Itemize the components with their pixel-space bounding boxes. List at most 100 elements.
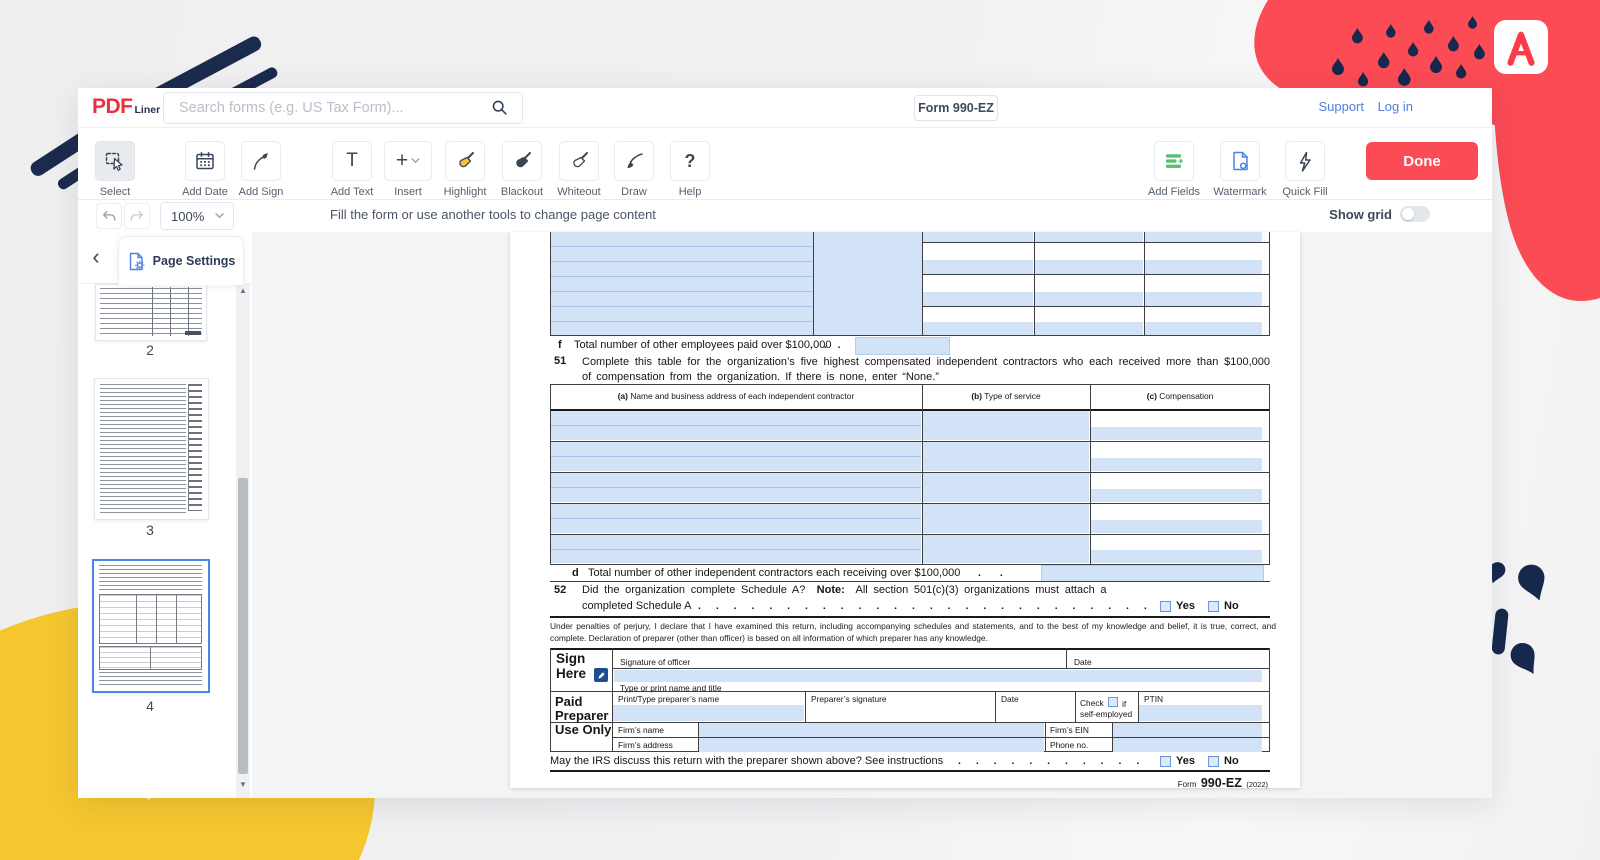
form-field[interactable]: [923, 504, 1089, 533]
divider: [136, 595, 137, 643]
add-sign-button[interactable]: Add Sign: [228, 141, 294, 198]
form-field[interactable]: [855, 337, 950, 355]
form-field[interactable]: [923, 260, 1033, 274]
page-thumbnail-2[interactable]: [95, 284, 207, 341]
form-field[interactable]: [1041, 565, 1264, 582]
form-field[interactable]: [1145, 322, 1262, 335]
checkbox-52-no[interactable]: [1208, 601, 1219, 612]
form-field[interactable]: [1035, 260, 1143, 274]
form-field[interactable]: [1091, 520, 1262, 533]
undo-button[interactable]: [96, 203, 122, 229]
divider: [550, 232, 551, 336]
line-52-text: Did the organization complete Schedule A…: [582, 584, 1107, 596]
divider: [550, 581, 1270, 582]
login-link[interactable]: Log in: [1378, 99, 1413, 114]
scroll-up-arrow[interactable]: ▲: [236, 286, 250, 295]
quick-fill-button[interactable]: Quick Fill: [1272, 141, 1338, 198]
toggle-knob: [1402, 208, 1414, 220]
form-footer: Form 990-EZ (2022): [1030, 774, 1268, 792]
show-grid-toggle[interactable]: [1400, 206, 1430, 222]
divider: [922, 232, 923, 336]
form-field[interactable]: [1113, 723, 1262, 737]
line-51-number: 51: [554, 355, 566, 367]
search-input[interactable]: [177, 99, 490, 117]
watermark-button[interactable]: Watermark: [1207, 141, 1273, 198]
checkbox-irs-no[interactable]: [1208, 756, 1219, 767]
date-label: Date: [1074, 657, 1092, 667]
thumbnail-content: [99, 672, 202, 686]
form-field[interactable]: [1145, 260, 1262, 274]
checkbox-self-employed[interactable]: [1108, 697, 1118, 707]
form-field[interactable]: [1091, 489, 1262, 502]
sign-here-block: Sign Here Signature of officer Date Type…: [550, 648, 1270, 692]
help-button[interactable]: ? Help: [657, 141, 723, 198]
check-label: Check: [1080, 698, 1104, 708]
editor-hint-text: Fill the form or use another tools to ch…: [330, 207, 656, 222]
checkbox-52-yes[interactable]: [1160, 601, 1171, 612]
form-field[interactable]: [1091, 427, 1262, 440]
divider: [176, 595, 177, 643]
form-field[interactable]: [923, 535, 1089, 563]
table51-header-c: (c) Compensation: [1090, 391, 1270, 401]
label-yes: Yes: [1176, 755, 1195, 767]
divider: [550, 616, 1270, 618]
question-mark-icon: ?: [685, 151, 696, 172]
collapse-sidebar-button[interactable]: ‹: [84, 244, 108, 270]
secondary-toolbar: 100% Fill the form or use another tools …: [78, 199, 1492, 233]
done-button[interactable]: Done: [1366, 142, 1478, 180]
page-settings-tab[interactable]: Page Settings: [118, 236, 244, 285]
form-field[interactable]: [1145, 292, 1262, 306]
thumbnail-content: [100, 288, 202, 336]
thumbnail-content: [99, 565, 202, 591]
page-thumbnail-4-selected[interactable]: [92, 559, 210, 693]
form-field[interactable]: [699, 738, 1044, 752]
form-field[interactable]: [1035, 322, 1143, 335]
zoom-level-select[interactable]: 100%: [160, 202, 234, 230]
signature-widget-icon[interactable]: [594, 668, 608, 682]
select-tool-button[interactable]: Select: [82, 141, 148, 198]
scroll-down-arrow[interactable]: ▼: [236, 780, 250, 789]
sidebar-scrollbar-thumb[interactable]: [238, 478, 248, 774]
label-no: No: [1224, 600, 1239, 612]
table51-header-b: (b) Type of service: [922, 391, 1090, 401]
whiteout-brush-icon: [568, 150, 590, 172]
form-field[interactable]: [613, 705, 804, 721]
contractors-table: (a) Name and business address of each in…: [550, 384, 1270, 565]
support-link[interactable]: Support: [1318, 99, 1364, 114]
pdfliner-logo[interactable]: PDF Liner: [92, 95, 160, 119]
form-field[interactable]: [923, 232, 1033, 242]
form-field[interactable]: [1113, 738, 1262, 752]
form-field[interactable]: [923, 442, 1089, 471]
line-51-text: Complete this table for the organization…: [582, 355, 1270, 384]
adobe-acrobat-logo: [1494, 20, 1548, 74]
use-only-word: Use Only: [555, 722, 611, 737]
divider: [995, 692, 996, 722]
search-icon[interactable]: [490, 98, 510, 118]
paintbrush-icon: [623, 150, 645, 172]
divider: [1034, 232, 1035, 336]
form-field[interactable]: [1091, 550, 1262, 563]
form-field[interactable]: [1035, 232, 1143, 242]
divider: [1269, 648, 1270, 692]
divider: [551, 549, 921, 550]
page-thumbnail-3[interactable]: [94, 378, 209, 520]
divider: [922, 306, 1270, 307]
form-field[interactable]: [923, 292, 1033, 306]
form-field[interactable]: [923, 322, 1033, 335]
form-field[interactable]: [923, 411, 1089, 440]
form-field[interactable]: [1035, 292, 1143, 306]
form-field[interactable]: [1139, 705, 1262, 721]
line-d-text: Total number of other independent contra…: [588, 567, 960, 579]
form-field[interactable]: [1091, 458, 1262, 471]
checkbox-irs-yes[interactable]: [1160, 756, 1171, 767]
form-field[interactable]: [923, 473, 1089, 502]
divider: [1075, 692, 1076, 722]
form-field[interactable]: [813, 232, 922, 336]
divider: [550, 261, 813, 262]
divider: [922, 242, 1270, 243]
form-field[interactable]: [1145, 232, 1262, 242]
form-field[interactable]: [614, 670, 1262, 682]
redo-button[interactable]: [124, 203, 150, 229]
form-field[interactable]: [699, 723, 1044, 737]
add-fields-button[interactable]: Add Fields: [1141, 141, 1207, 198]
